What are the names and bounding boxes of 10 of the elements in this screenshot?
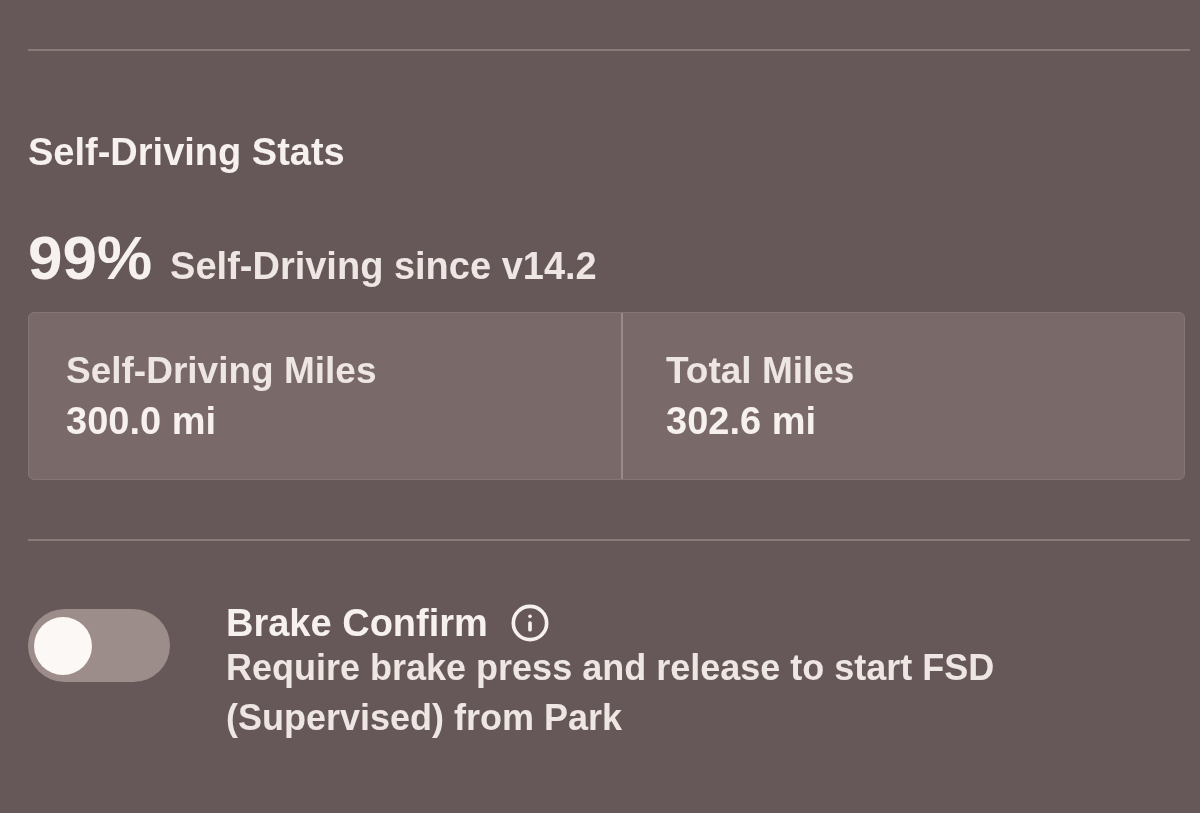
- section-title: Self-Driving Stats: [28, 130, 345, 175]
- setting-title: Brake Confirm: [226, 603, 488, 643]
- info-icon[interactable]: [509, 603, 550, 643]
- percent-value: 99%: [28, 223, 153, 293]
- percent-caption: Self-Driving since v14.2: [170, 244, 597, 289]
- stat-value: 300.0 mi: [66, 399, 216, 444]
- stat-value: 302.6 mi: [666, 399, 816, 444]
- stat-label: Total Miles: [666, 349, 855, 393]
- stat-label: Self-Driving Miles: [66, 349, 377, 393]
- setting-description: Require brake press and release to start FSD (Supervised) from Park: [226, 646, 996, 740]
